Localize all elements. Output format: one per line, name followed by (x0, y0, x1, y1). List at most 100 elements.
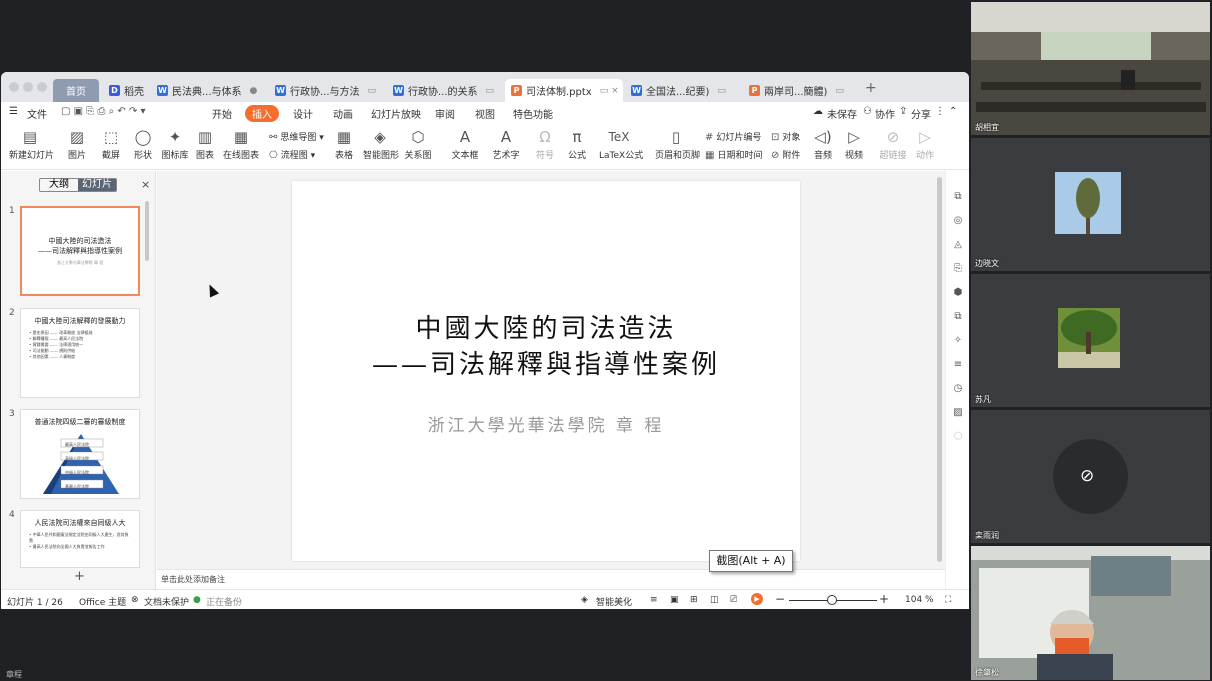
wordart-button[interactable]: A 艺术字 (489, 126, 523, 161)
attachment-button[interactable]: ⊘ 附件 (771, 148, 800, 161)
window-close-dot[interactable] (9, 82, 19, 92)
thumbnail-scrollbar[interactable] (145, 201, 149, 261)
share-icon[interactable]: ⇪ (899, 106, 907, 117)
reading-view-icon[interactable]: ◫ (710, 595, 719, 605)
cloud-save-icon[interactable]: ☁ (813, 106, 823, 117)
collab-button[interactable]: 协作 (875, 106, 895, 121)
history-icon[interactable]: ◷ (951, 383, 965, 397)
canvas-scrollbar[interactable] (936, 171, 943, 569)
shape-button[interactable]: ◯ 形状 (129, 126, 157, 161)
image-button[interactable]: ▨ 图片 (63, 126, 91, 161)
cube-icon[interactable]: ⬡ (951, 431, 965, 445)
close-icon[interactable]: × (141, 178, 150, 191)
slide-1[interactable]: 中國大陸的司法造法 ——司法解釋與指導性案例 浙江大學光華法學院 章 程 (292, 181, 800, 561)
notes-toggle-icon[interactable]: ≡ (650, 595, 658, 605)
collapse-ribbon-icon[interactable]: ⌃ (949, 106, 957, 117)
audio-button[interactable]: ◁) 音频 (811, 126, 835, 161)
slide-thumbnail-4[interactable]: 人民法院司法權來自同級人大 • 中華人民共和國憲法規定法院由同級人大產生，對其負… (20, 510, 140, 568)
unsaved-status[interactable]: 未保存 (827, 106, 857, 121)
slide-author[interactable]: 浙江大學光華法學院 章 程 (292, 411, 800, 436)
participant-tile[interactable]: 苏凡 (971, 274, 1210, 407)
datetime-button[interactable]: ▦ 日期和时间 (705, 148, 762, 161)
tab-close-icon[interactable]: ▭ × (600, 86, 619, 96)
slide-title[interactable]: 中國大陸的司法造法 (292, 308, 800, 345)
participant-tile[interactable]: 徐肇松 (971, 546, 1210, 680)
menu-review[interactable]: 审阅 (435, 106, 455, 121)
symbol-button[interactable]: Ω 符号 (533, 126, 557, 161)
slide-thumbnail-2[interactable]: 中國大陸司法解釋的發展動力 • 歷史原因 —— 改革開放 法律粗疏 • 解釋權限… (20, 308, 140, 398)
presenter-icon[interactable]: ⎚ (730, 595, 737, 605)
quick-access-toolbar[interactable]: ▢ ▣ ⎘ ⎙ ⌕ ↶ ↷ ▾ (61, 106, 146, 117)
tab-doc-national-court[interactable]: W 全国法...纪要) ▭ (625, 79, 743, 102)
action-button[interactable]: ▷ 动作 (913, 126, 937, 161)
image-tool-icon[interactable]: ▨ (951, 407, 965, 421)
shape-style-icon[interactable]: ◎ (951, 215, 965, 229)
relation-chart-button[interactable]: ⬡ 关系图 (403, 126, 433, 161)
zoom-slider-handle[interactable] (827, 595, 837, 605)
menu-home[interactable]: 开始 (212, 106, 232, 121)
new-slide-button[interactable]: ▤ 新建幻灯片 (9, 126, 54, 161)
fit-window-icon[interactable]: ⛶ (945, 595, 951, 605)
pin-icon[interactable]: ✧ (951, 335, 965, 349)
menu-features[interactable]: 特色功能 (513, 106, 553, 121)
tab-docer[interactable]: D 稻壳 (103, 79, 144, 102)
slide-thumbnail-1[interactable]: 中國大陸的司法造法 ——司法解釋與指導性案例 浙江大學光華法學院 章 程 (20, 206, 140, 296)
online-chart-button[interactable]: ▦ 在线图表 (221, 126, 261, 161)
sidebar-tool-icon[interactable]: ⧉ (951, 191, 965, 205)
beautify-button[interactable]: 智能美化 (596, 595, 632, 608)
zoom-level[interactable]: 104 % (905, 595, 934, 605)
participant-tile[interactable]: ⊘ 栾雨润 (971, 410, 1210, 543)
menu-slideshow[interactable]: 幻灯片放映 (371, 106, 421, 121)
slide-thumbnail-3[interactable]: 普通法院四級二審的審級制度 最高人民法院 高級人民法院 中級人民法院 基層人民法… (20, 409, 140, 499)
protect-status[interactable]: 文档未保护 (144, 595, 189, 608)
tab-slides[interactable]: 幻灯片 (78, 179, 116, 191)
add-slide-button[interactable]: + (74, 569, 85, 584)
textbox-button[interactable]: A 文本框 (449, 126, 481, 161)
menu-file[interactable]: 文件 (27, 106, 47, 121)
animation-icon[interactable]: ⎘ (951, 263, 965, 277)
zoom-out-button[interactable]: − (775, 592, 785, 606)
window-minimize-dot[interactable] (23, 82, 33, 92)
slide-number-button[interactable]: # 幻灯片编号 (705, 130, 761, 143)
slide-subtitle[interactable]: ——司法解釋與指導性案例 (292, 344, 800, 381)
icon-library-button[interactable]: ✦ 图标库 (161, 126, 189, 161)
menu-insert[interactable]: 插入 (245, 105, 279, 122)
scroll-thumb[interactable] (937, 177, 942, 562)
formula-button[interactable]: π 公式 (565, 126, 589, 161)
more-icon[interactable]: ⋮ (935, 106, 945, 117)
tab-doc-civil-code[interactable]: W 民法典...与体系 ● (151, 79, 263, 102)
tab-pptx-judicial-system[interactable]: P 司法体制.pptx ▭ × (505, 79, 623, 102)
video-button[interactable]: ▷ 视频 (841, 126, 867, 161)
participant-tile[interactable]: 胡相宜 (971, 2, 1210, 135)
participant-tile[interactable]: 边晓文 (971, 138, 1210, 271)
hyperlink-button[interactable]: ⊘ 超链接 (879, 126, 907, 161)
sliders-icon[interactable]: ≡ (951, 359, 965, 373)
tab-pptx-cross-strait[interactable]: P 兩岸司...簡體) ▭ (743, 79, 855, 102)
object-button[interactable]: ⊡ 对象 (771, 130, 800, 143)
play-icon[interactable]: ▶ (751, 593, 763, 605)
theme-name[interactable]: Office 主题 (79, 595, 126, 608)
fill-icon[interactable]: ◬ (951, 239, 965, 253)
menu-animation[interactable]: 动画 (333, 106, 353, 121)
zoom-in-button[interactable]: + (879, 592, 889, 606)
menu-design[interactable]: 设计 (293, 106, 313, 121)
tab-home[interactable]: 首页 (53, 79, 99, 102)
latex-formula-button[interactable]: TeX LaTeX公式 (599, 126, 643, 161)
sorter-view-icon[interactable]: ⊞ (690, 595, 698, 605)
header-footer-button[interactable]: ▯ 页眉和页脚 (655, 126, 700, 161)
copy-icon[interactable]: ⧉ (951, 311, 965, 325)
smartart-button[interactable]: ◈ 智能图形 (363, 126, 399, 161)
hamburger-icon[interactable]: ☰ (9, 106, 18, 117)
normal-view-icon[interactable]: ▣ (670, 595, 679, 605)
settings-hex-icon[interactable]: ⬢ (951, 287, 965, 301)
collab-icon[interactable]: ⚇ (863, 106, 872, 117)
table-button[interactable]: ▦ 表格 (331, 126, 357, 161)
screenshot-button[interactable]: ⬚ 截屏 (97, 126, 125, 161)
new-tab-button[interactable]: + (865, 80, 877, 96)
flowchart-button[interactable]: ⎔ 流程图 ▾ (269, 148, 315, 161)
tab-outline[interactable]: 大纲 (40, 179, 78, 191)
chart-button[interactable]: ▥ 图表 (193, 126, 217, 161)
notes-pane[interactable]: 单击此处添加备注 (157, 569, 945, 589)
tab-doc-admin-relation[interactable]: W 行政协...的关系 ▭ (387, 79, 499, 102)
mindmap-button[interactable]: ⚯ 思维导图 ▾ (269, 130, 324, 143)
